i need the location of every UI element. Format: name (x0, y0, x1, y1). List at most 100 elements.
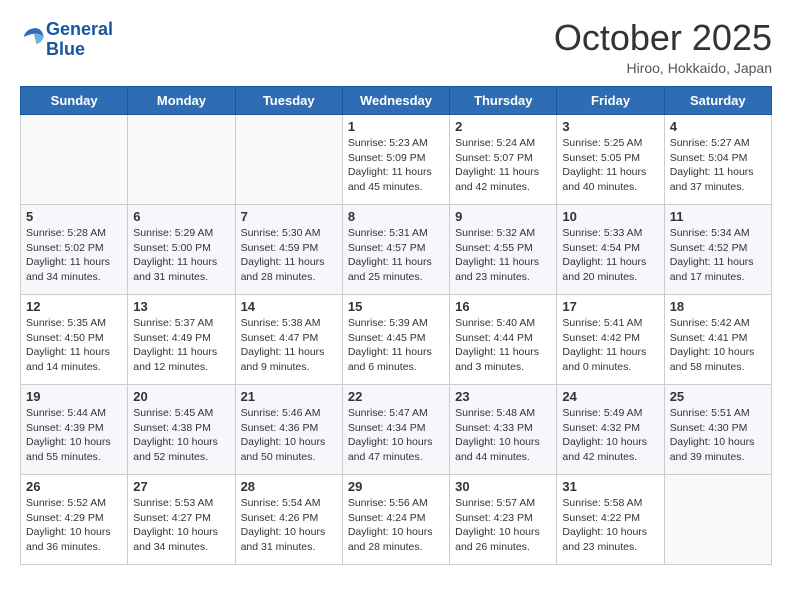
day-info: Sunrise: 5:35 AMSunset: 4:50 PMDaylight:… (26, 316, 122, 375)
calendar-day-cell: 20 Sunrise: 5:45 AMSunset: 4:38 PMDayligh… (128, 385, 235, 475)
calendar-day-cell: 19 Sunrise: 5:44 AMSunset: 4:39 PMDayligh… (21, 385, 128, 475)
day-info: Sunrise: 5:34 AMSunset: 4:52 PMDaylight:… (670, 226, 766, 285)
day-info: Sunrise: 5:32 AMSunset: 4:55 PMDaylight:… (455, 226, 551, 285)
calendar-day-cell: 29 Sunrise: 5:56 AMSunset: 4:24 PMDayligh… (342, 475, 449, 565)
weekday-header-row: SundayMondayTuesdayWednesdayThursdayFrid… (21, 87, 772, 115)
calendar-day-cell: 3 Sunrise: 5:25 AMSunset: 5:05 PMDaylight… (557, 115, 664, 205)
day-number: 2 (455, 119, 551, 134)
calendar-day-cell: 30Sunrise: 5:57 AMSunset: 4:23 PMDayligh… (450, 475, 557, 565)
calendar-day-cell: 22 Sunrise: 5:47 AMSunset: 4:34 PMDayligh… (342, 385, 449, 475)
calendar-week-row: 26Sunrise: 5:52 AMSunset: 4:29 PMDayligh… (21, 475, 772, 565)
day-info: Sunrise: 5:30 AMSunset: 4:59 PMDaylight:… (241, 226, 337, 285)
day-number: 14 (241, 299, 337, 314)
calendar-week-row: 19 Sunrise: 5:44 AMSunset: 4:39 PMDayligh… (21, 385, 772, 475)
calendar-day-cell: 21 Sunrise: 5:46 AMSunset: 4:36 PMDayligh… (235, 385, 342, 475)
day-number: 24 (562, 389, 658, 404)
calendar-day-cell: 10Sunrise: 5:33 AMSunset: 4:54 PMDayligh… (557, 205, 664, 295)
day-info: Sunrise: 5:58 AMSunset: 4:22 PMDaylight:… (562, 496, 658, 555)
calendar-day-cell: 2Sunrise: 5:24 AMSunset: 5:07 PMDaylight… (450, 115, 557, 205)
day-info: Sunrise: 5:25 AMSunset: 5:05 PMDaylight:… (562, 136, 658, 195)
day-number: 23 (455, 389, 551, 404)
weekday-header: Sunday (21, 87, 128, 115)
day-info: Sunrise: 5:45 AMSunset: 4:38 PMDaylight:… (133, 406, 229, 465)
weekday-header: Monday (128, 87, 235, 115)
day-number: 30 (455, 479, 551, 494)
weekday-header: Saturday (664, 87, 771, 115)
day-number: 13 (133, 299, 229, 314)
day-info: Sunrise: 5:29 AMSunset: 5:00 PMDaylight:… (133, 226, 229, 285)
day-info: Sunrise: 5:27 AMSunset: 5:04 PMDaylight:… (670, 136, 766, 195)
calendar-day-cell: 26Sunrise: 5:52 AMSunset: 4:29 PMDayligh… (21, 475, 128, 565)
calendar-day-cell: 4 Sunrise: 5:27 AMSunset: 5:04 PMDaylight… (664, 115, 771, 205)
day-number: 15 (348, 299, 444, 314)
calendar-day-cell: 15Sunrise: 5:39 AMSunset: 4:45 PMDayligh… (342, 295, 449, 385)
calendar-day-cell: 24 Sunrise: 5:49 AMSunset: 4:32 PMDayligh… (557, 385, 664, 475)
calendar-week-row: 1 Sunrise: 5:23 AMSunset: 5:09 PMDaylight… (21, 115, 772, 205)
calendar-day-cell: 5Sunrise: 5:28 AMSunset: 5:02 PMDaylight… (21, 205, 128, 295)
calendar-day-cell (664, 475, 771, 565)
day-number: 6 (133, 209, 229, 224)
day-info: Sunrise: 5:49 AMSunset: 4:32 PMDaylight:… (562, 406, 658, 465)
day-number: 29 (348, 479, 444, 494)
day-info: Sunrise: 5:46 AMSunset: 4:36 PMDaylight:… (241, 406, 337, 465)
day-info: Sunrise: 5:37 AMSunset: 4:49 PMDaylight:… (133, 316, 229, 375)
day-number: 21 (241, 389, 337, 404)
logo-line2: Blue (46, 39, 85, 59)
calendar-day-cell (21, 115, 128, 205)
day-info: Sunrise: 5:47 AMSunset: 4:34 PMDaylight:… (348, 406, 444, 465)
day-number: 9 (455, 209, 551, 224)
location-subtitle: Hiroo, Hokkaido, Japan (554, 60, 772, 76)
calendar-week-row: 5Sunrise: 5:28 AMSunset: 5:02 PMDaylight… (21, 205, 772, 295)
weekday-header: Wednesday (342, 87, 449, 115)
calendar-day-cell: 25 Sunrise: 5:51 AMSunset: 4:30 PMDayligh… (664, 385, 771, 475)
day-number: 22 (348, 389, 444, 404)
day-number: 18 (670, 299, 766, 314)
calendar-day-cell: 27 Sunrise: 5:53 AMSunset: 4:27 PMDayligh… (128, 475, 235, 565)
day-number: 1 (348, 119, 444, 134)
day-info: Sunrise: 5:56 AMSunset: 4:24 PMDaylight:… (348, 496, 444, 555)
day-info: Sunrise: 5:54 AMSunset: 4:26 PMDaylight:… (241, 496, 337, 555)
day-number: 3 (562, 119, 658, 134)
day-info: Sunrise: 5:23 AMSunset: 5:09 PMDaylight:… (348, 136, 444, 195)
page-header: General Blue October 2025 Hiroo, Hokkaid… (20, 20, 772, 76)
day-number: 31 (562, 479, 658, 494)
calendar-day-cell (128, 115, 235, 205)
day-number: 7 (241, 209, 337, 224)
day-number: 5 (26, 209, 122, 224)
logo-text: General Blue (46, 20, 113, 60)
calendar-day-cell: 13 Sunrise: 5:37 AMSunset: 4:49 PMDayligh… (128, 295, 235, 385)
day-number: 4 (670, 119, 766, 134)
logo-line1: General (46, 19, 113, 39)
calendar-day-cell: 17 Sunrise: 5:41 AMSunset: 4:42 PMDayligh… (557, 295, 664, 385)
day-number: 11 (670, 209, 766, 224)
day-number: 26 (26, 479, 122, 494)
calendar-day-cell: 16Sunrise: 5:40 AMSunset: 4:44 PMDayligh… (450, 295, 557, 385)
day-info: Sunrise: 5:33 AMSunset: 4:54 PMDaylight:… (562, 226, 658, 285)
calendar-day-cell: 7 Sunrise: 5:30 AMSunset: 4:59 PMDaylight… (235, 205, 342, 295)
month-title: October 2025 (554, 20, 772, 56)
day-info: Sunrise: 5:44 AMSunset: 4:39 PMDaylight:… (26, 406, 122, 465)
calendar-day-cell: 1 Sunrise: 5:23 AMSunset: 5:09 PMDaylight… (342, 115, 449, 205)
day-info: Sunrise: 5:53 AMSunset: 4:27 PMDaylight:… (133, 496, 229, 555)
calendar-day-cell: 6 Sunrise: 5:29 AMSunset: 5:00 PMDaylight… (128, 205, 235, 295)
day-info: Sunrise: 5:48 AMSunset: 4:33 PMDaylight:… (455, 406, 551, 465)
calendar-day-cell: 12 Sunrise: 5:35 AMSunset: 4:50 PMDayligh… (21, 295, 128, 385)
calendar-day-cell: 23 Sunrise: 5:48 AMSunset: 4:33 PMDayligh… (450, 385, 557, 475)
weekday-header: Thursday (450, 87, 557, 115)
calendar-table: SundayMondayTuesdayWednesdayThursdayFrid… (20, 86, 772, 565)
day-number: 17 (562, 299, 658, 314)
day-number: 12 (26, 299, 122, 314)
day-number: 20 (133, 389, 229, 404)
calendar-day-cell: 9 Sunrise: 5:32 AMSunset: 4:55 PMDaylight… (450, 205, 557, 295)
calendar-day-cell: 28Sunrise: 5:54 AMSunset: 4:26 PMDayligh… (235, 475, 342, 565)
day-info: Sunrise: 5:41 AMSunset: 4:42 PMDaylight:… (562, 316, 658, 375)
title-block: October 2025 Hiroo, Hokkaido, Japan (554, 20, 772, 76)
calendar-day-cell: 18Sunrise: 5:42 AMSunset: 4:41 PMDayligh… (664, 295, 771, 385)
day-number: 25 (670, 389, 766, 404)
day-number: 19 (26, 389, 122, 404)
logo: General Blue (20, 20, 113, 60)
day-number: 27 (133, 479, 229, 494)
day-info: Sunrise: 5:51 AMSunset: 4:30 PMDaylight:… (670, 406, 766, 465)
calendar-day-cell: 8Sunrise: 5:31 AMSunset: 4:57 PMDaylight… (342, 205, 449, 295)
calendar-day-cell (235, 115, 342, 205)
